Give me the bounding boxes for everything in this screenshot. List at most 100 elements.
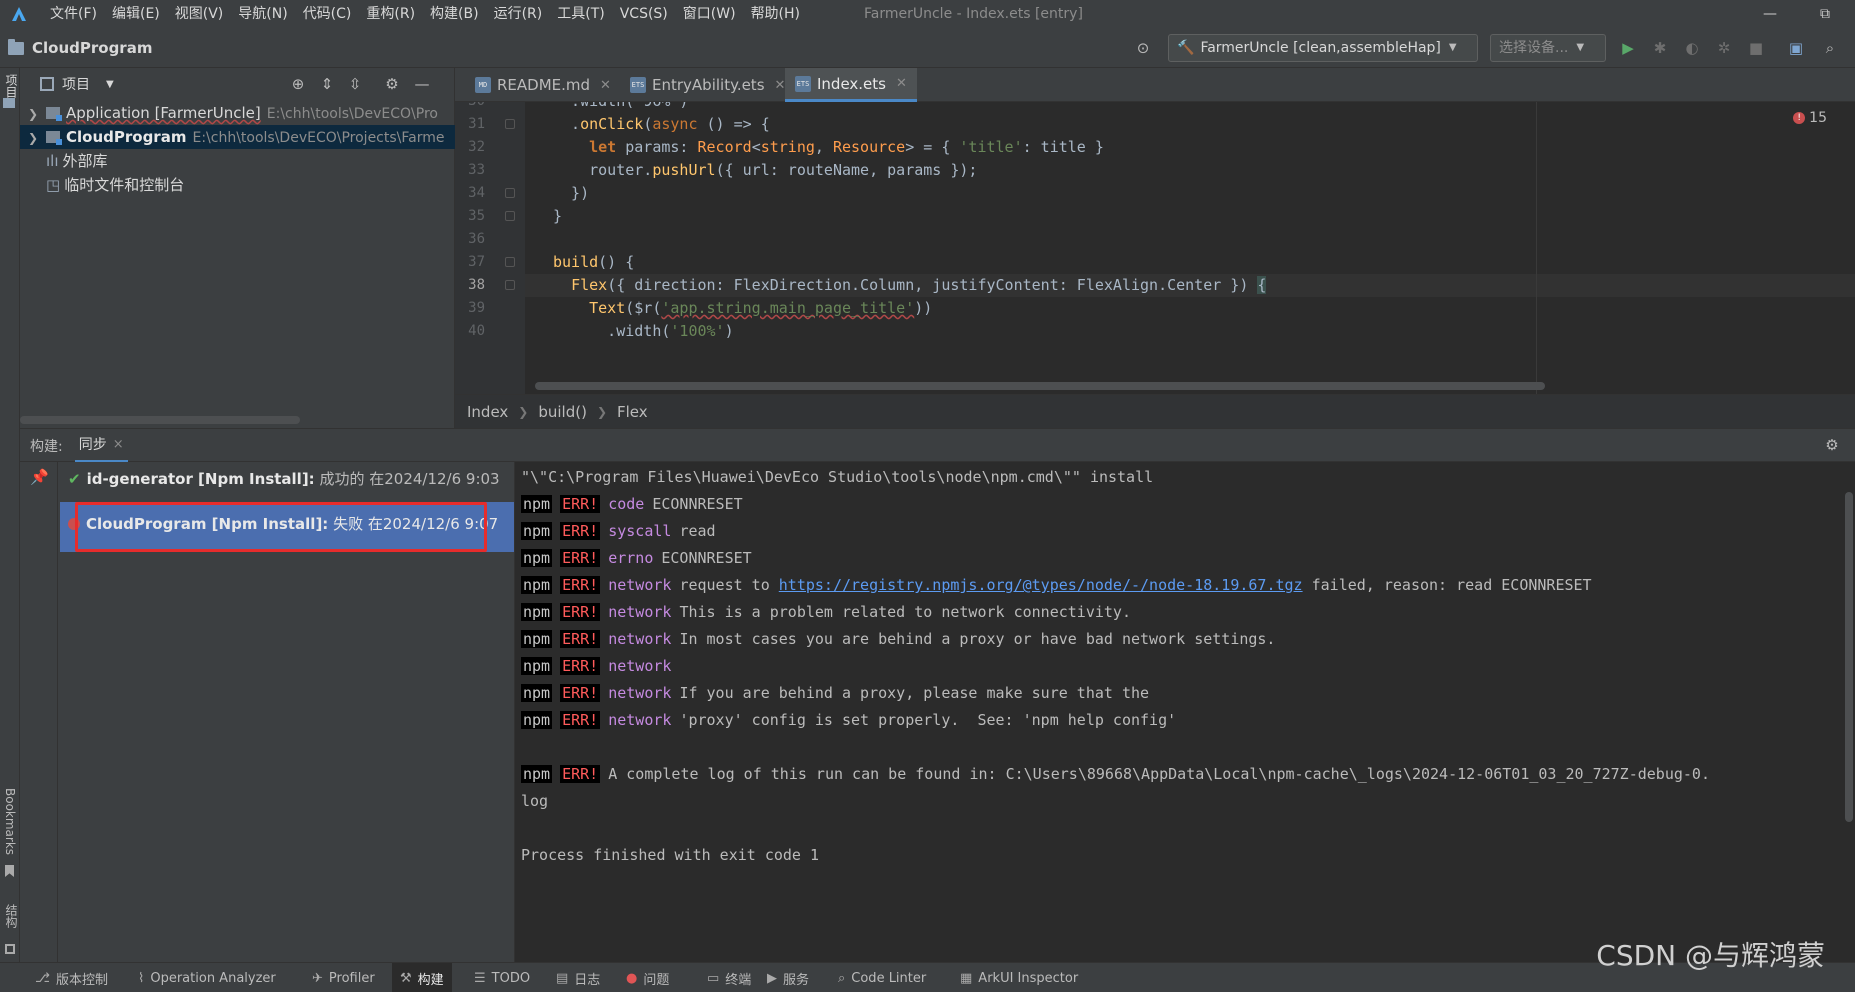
tool-tab-profiler[interactable]: ✈ Profiler (312, 963, 375, 992)
vcs-icon: ⎇ (35, 970, 50, 986)
attach-debugger-icon[interactable]: ◐ (1680, 36, 1704, 60)
close-icon[interactable]: ✕ (896, 76, 907, 91)
menu-build[interactable]: 构建(B) (430, 0, 487, 28)
search-icon[interactable]: ⌕ (1818, 36, 1842, 60)
err-tag: ERR! (560, 765, 601, 783)
tab-readme[interactable]: MD README.md ✕ (465, 68, 621, 102)
menu-window[interactable]: 窗口(W) (683, 0, 744, 28)
main-toolbar: CloudProgram ⊙ 🔨 FarmerUncle [clean,asse… (0, 28, 1855, 68)
console-error-line: npm ERR! network 'proxy' config is set prop… (521, 707, 1176, 734)
tool-tab-todo[interactable]: ☰ TODO (474, 963, 530, 992)
expand-all-icon[interactable]: ⇕ (317, 74, 337, 94)
structure-tool-tab[interactable]: 结构 (3, 904, 20, 928)
deveco-logo-icon (10, 5, 28, 23)
horizontal-scrollbar[interactable] (20, 416, 300, 424)
tool-tab-label: 版本控制 (55, 972, 108, 988)
console-error-line: npm ERR! network This is a problem related … (521, 599, 1131, 626)
chevron-right-icon: ❯ (27, 131, 39, 145)
build-side-toolbar: 📌 (20, 462, 58, 962)
tree-item-scratches[interactable]: ◳ 临时文件和控制台 (20, 173, 455, 197)
project-view-select[interactable]: 项目 ▼ (40, 68, 114, 100)
registry-link[interactable]: https://registry.npmjs.org/@types/node/-… (779, 576, 1303, 594)
locate-icon[interactable]: ⊕ (288, 74, 308, 94)
module-icon (46, 107, 62, 121)
log-path-text: A complete log of this run can be found … (608, 765, 1710, 783)
pin-icon[interactable]: 📌 (30, 468, 49, 486)
editor-tabs: MD README.md ✕ ETS EntryAbility.ets ✕ ET… (455, 68, 1855, 102)
restore-button[interactable]: ⧉ (1805, 0, 1845, 28)
project-tool-tab[interactable]: 项目 (3, 74, 20, 98)
build-item-id-generator[interactable]: ✔ id-generator [Npm Install]: 成功的 在2024/1… (60, 466, 514, 492)
menu-view[interactable]: 视图(V) (175, 0, 232, 28)
tab-index[interactable]: ETS Index.ets ✕ (785, 68, 917, 102)
minimize-button[interactable]: — (1750, 0, 1790, 28)
code-line: .onClick(async () => { (553, 115, 770, 133)
menu-help[interactable]: 帮助(H) (751, 0, 808, 28)
line-number: 40 (468, 323, 485, 339)
tool-tab-vcs[interactable]: ⎇ 版本控制 (35, 963, 108, 992)
collapse-all-icon[interactable]: ⇳ (345, 74, 365, 94)
menu-file[interactable]: 文件(F) (50, 0, 105, 28)
breadcrumb-item[interactable]: build() (538, 403, 587, 421)
tree-item-external-libs[interactable]: ılı 外部库 (20, 149, 455, 173)
module-icon (46, 131, 62, 145)
line-number: 38 (468, 277, 485, 293)
gear-icon[interactable]: ⚙ (1822, 435, 1842, 455)
menu-navigate[interactable]: 导航(N) (238, 0, 295, 28)
fold-marker-icon[interactable] (505, 257, 515, 267)
tool-tab-services[interactable]: ▶ 服务 (767, 963, 809, 992)
device-select[interactable]: 选择设备... ▼ (1490, 34, 1606, 62)
breadcrumb-item[interactable]: Index (467, 403, 508, 421)
close-icon[interactable]: × (113, 429, 124, 461)
menu-code[interactable]: 代码(C) (303, 0, 360, 28)
horizontal-scrollbar[interactable] (535, 382, 1545, 390)
right-margin-guide (1536, 102, 1537, 394)
npm-tag: npm (521, 711, 553, 729)
stop-icon[interactable]: ■ (1744, 36, 1768, 60)
tool-tab-code-linter[interactable]: ⌕ Code Linter (838, 963, 926, 992)
gear-icon[interactable]: ⚙ (382, 74, 402, 94)
target-icon[interactable]: ⊙ (1131, 36, 1155, 60)
menu-tools[interactable]: 工具(T) (557, 0, 612, 28)
run-icon[interactable]: ▶ (1616, 36, 1640, 60)
fold-marker-icon[interactable] (505, 280, 515, 290)
menu-refactor[interactable]: 重构(R) (366, 0, 423, 28)
tool-tab-arkui-inspector[interactable]: ▦ ArkUI Inspector (960, 963, 1078, 992)
tool-tab-build[interactable]: ⚒ 构建 (392, 963, 452, 992)
tree-item-cloudprogram[interactable]: ❯ CloudProgram E:\chh\tools\DevECO\Project… (20, 125, 455, 149)
close-icon[interactable]: ✕ (775, 78, 786, 93)
menu-edit[interactable]: 编辑(E) (112, 0, 168, 28)
tab-entryability[interactable]: ETS EntryAbility.ets ✕ (620, 68, 795, 102)
debug-icon[interactable]: ✱ (1648, 36, 1672, 60)
tree-item-path: E:\chh\tools\DevECO\Projects\Farme (192, 130, 445, 146)
tab-sync[interactable]: 同步 × (74, 429, 128, 463)
fold-marker-icon[interactable] (505, 211, 515, 221)
bookmarks-tool-tab[interactable]: Bookmarks (3, 788, 17, 855)
tool-tab-operation-analyzer[interactable]: ⌇ Operation Analyzer (138, 963, 276, 992)
err-tag: ERR! (560, 630, 601, 648)
build-console-output[interactable]: "\"C:\Program Files\Huawei\DevEco Studio… (515, 462, 1855, 962)
chart-icon: ⌇ (138, 970, 145, 986)
menu-run[interactable]: 运行(R) (494, 0, 551, 28)
terminal-icon: ▭ (707, 970, 720, 986)
project-panel: 项目 ▼ ⊕ ⇕ ⇳ ⚙ — ❯ Application [FarmerUncle… (20, 68, 455, 428)
ets-file-icon: ETS (795, 75, 811, 92)
tool-tab-log[interactable]: ▤ 日志 (556, 963, 600, 992)
tree-item-application[interactable]: ❯ Application [FarmerUncle] E:\chh\tools\D… (20, 101, 455, 125)
error-text: request to (679, 576, 770, 594)
menu-vcs[interactable]: VCS(S) (620, 0, 676, 28)
breadcrumb-item[interactable]: Flex (617, 403, 648, 421)
tool-tab-problems[interactable]: ● 问题 (626, 963, 669, 992)
profile-icon[interactable]: ✲ (1712, 36, 1736, 60)
fold-marker-icon[interactable] (505, 119, 515, 129)
fold-marker-icon[interactable] (505, 188, 515, 198)
console-scrollbar[interactable] (1843, 462, 1853, 962)
code-editor[interactable]: 30 31 32 33 34 35 36 37 38 39 40 .width(… (455, 102, 1855, 394)
project-structure-icon[interactable]: ▣ (1784, 36, 1808, 60)
run-config-select[interactable]: 🔨 FarmerUncle [clean,assembleHap] ▼ (1168, 34, 1478, 62)
project-breadcrumb[interactable]: CloudProgram (8, 28, 152, 68)
error-indicator[interactable]: ! 15 (1793, 110, 1827, 126)
close-icon[interactable]: ✕ (600, 78, 611, 93)
tool-tab-terminal[interactable]: ▭ 终端 (707, 963, 751, 992)
hide-icon[interactable]: — (412, 74, 432, 94)
